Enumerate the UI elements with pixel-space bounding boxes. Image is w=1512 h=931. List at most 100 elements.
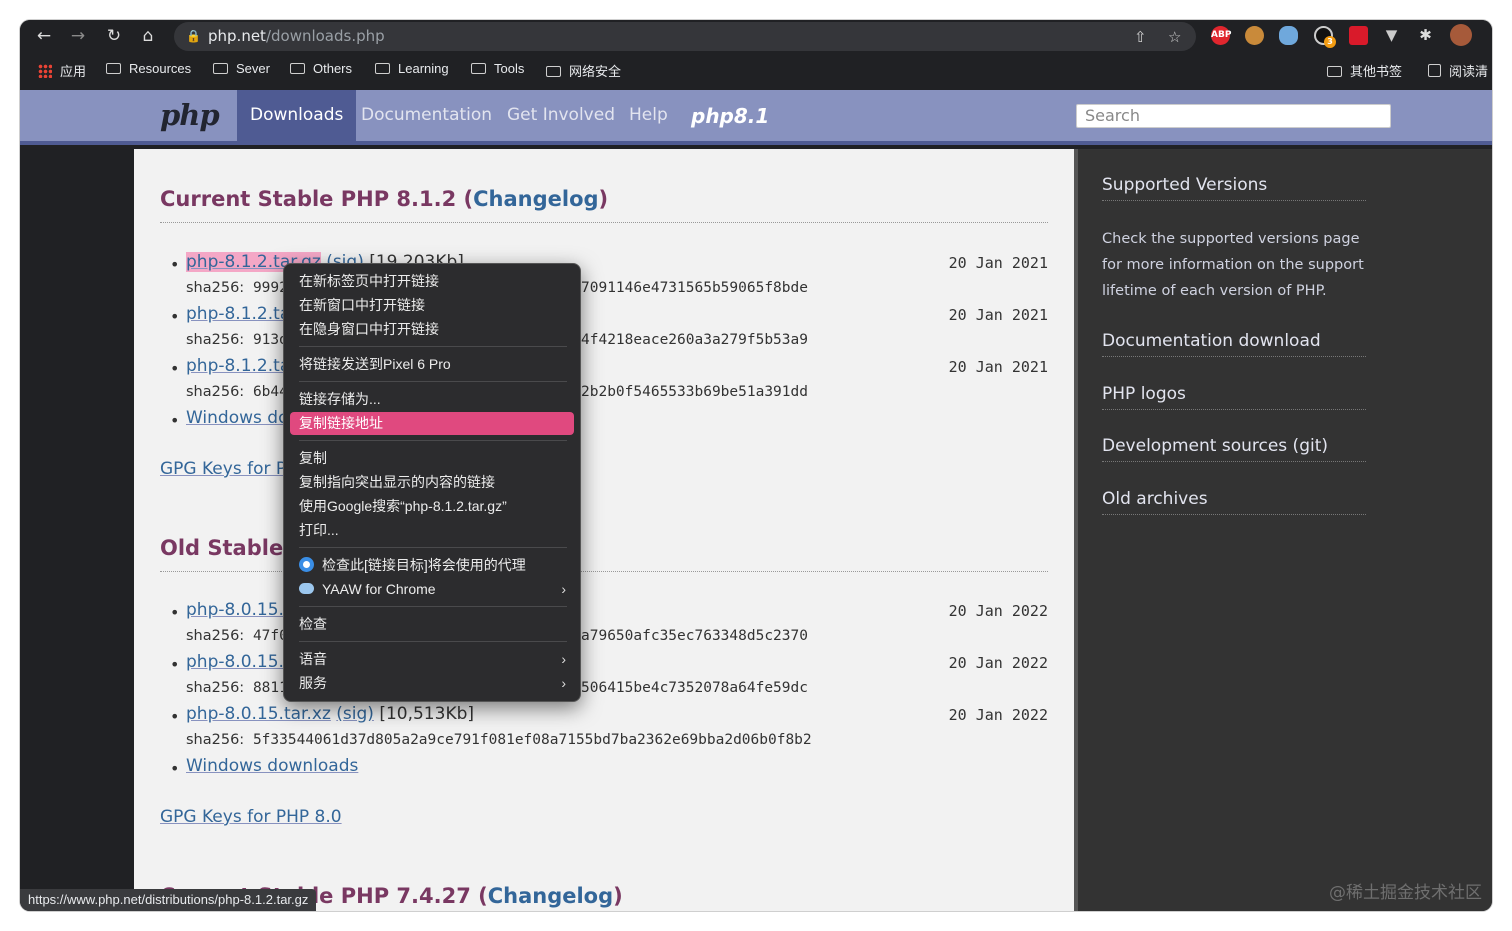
- reload-icon[interactable]: ↻: [102, 24, 126, 48]
- current-stable-heading: Current Stable PHP 8.1.2 (Changelog): [160, 187, 609, 211]
- sha256-hash-tail: 7091146e4731565b59065f8bde: [581, 280, 808, 296]
- menu-open-new-window[interactable]: 在新窗口中打开链接: [290, 294, 574, 317]
- php-logo[interactable]: php: [160, 98, 220, 132]
- proxy-icon: [299, 557, 314, 572]
- sha256-hash: sha256: 47f0b: [186, 628, 297, 644]
- menu-send-to-device[interactable]: 将链接发送到Pixel 6 Pro: [290, 353, 574, 376]
- gpg-keys-link[interactable]: GPG Keys for PH: [160, 459, 299, 479]
- adblock-icon[interactable]: ABP: [1211, 26, 1231, 45]
- folder-icon: [471, 63, 486, 74]
- folder-icon: [213, 63, 228, 74]
- puzzle-icon[interactable]: ✱: [1416, 26, 1435, 45]
- main-content: Current Stable PHP 8.1.2 (Changelog) • p…: [134, 149, 1074, 911]
- avatar[interactable]: [1450, 24, 1472, 46]
- menu-copy[interactable]: 复制: [290, 447, 574, 470]
- release-date: 20 Jan 2022: [948, 706, 1048, 724]
- supported-versions-link[interactable]: Supported Versions: [1102, 175, 1366, 201]
- bookmark-tools[interactable]: Tools: [471, 61, 524, 76]
- reading-list-icon: [1428, 64, 1441, 77]
- bullet: •: [170, 307, 180, 326]
- menu-speech[interactable]: 语音 ›: [290, 648, 574, 671]
- nav-get-involved[interactable]: Get Involved: [494, 90, 628, 141]
- menu-check-proxy[interactable]: 检查此[链接目标]将会使用的代理: [290, 554, 574, 577]
- nav-downloads[interactable]: Downloads: [237, 90, 357, 141]
- old-archives-link[interactable]: Old archives: [1102, 489, 1366, 515]
- vue-icon[interactable]: ▼: [1382, 26, 1401, 45]
- sha256-hash: sha256: 6b448: [186, 384, 297, 400]
- menu-open-new-tab[interactable]: 在新标签页中打开链接: [290, 270, 574, 293]
- menu-copy-link-to-highlight[interactable]: 复制指向突出显示的内容的链接: [290, 471, 574, 494]
- share-icon[interactable]: ⇧: [1134, 28, 1147, 46]
- mask-icon[interactable]: [1349, 26, 1368, 45]
- sha256-hash-tail: 2b2b0f5465533b69be51a391dd: [581, 384, 808, 400]
- bookmarks-bar: 应用 Resources Sever Others Learning Tools…: [20, 54, 1492, 88]
- status-bar-url: https://www.php.net/distributions/php-8.…: [20, 889, 317, 911]
- menu-separator: [299, 606, 567, 607]
- watermark: @稀土掘金技术社区: [1329, 883, 1482, 903]
- bookmark-apps[interactable]: 应用: [38, 61, 86, 80]
- gpg-keys-link[interactable]: GPG Keys for PHP 8.0: [160, 807, 342, 827]
- browser-window: ← → ↻ ⌂ 🔒 php.net/downloads.php ⇧ ☆ ABP …: [20, 20, 1492, 911]
- development-sources-link[interactable]: Development sources (git): [1102, 436, 1366, 462]
- release-date: 20 Jan 2022: [948, 654, 1048, 672]
- sha256-hash-tail: a79650afc35ec763348d5c2370: [581, 628, 808, 644]
- bookmark-other-bookmarks[interactable]: 其他书签: [1327, 61, 1402, 80]
- nav-documentation[interactable]: Documentation: [348, 90, 505, 141]
- divider: [160, 222, 1048, 223]
- bullet: •: [170, 655, 180, 674]
- apps-icon: [38, 64, 52, 78]
- menu-search-google[interactable]: 使用Google搜索“php-8.1.2.tar.gz”: [290, 495, 574, 518]
- download-link[interactable]: php-8.0.15.tar.xz (sig) [10,513Kb]: [186, 704, 474, 724]
- reading-list[interactable]: 阅读清: [1428, 61, 1488, 80]
- folder-icon: [375, 63, 390, 74]
- supported-versions-text: Check the supported versions page for mo…: [1102, 231, 1364, 299]
- menu-separator: [299, 547, 567, 548]
- menu-separator: [299, 440, 567, 441]
- star-icon[interactable]: ☆: [1168, 28, 1181, 46]
- back-icon[interactable]: ←: [32, 24, 56, 48]
- cookie-icon[interactable]: [1245, 26, 1264, 45]
- folder-icon: [1327, 66, 1342, 77]
- menu-open-incognito[interactable]: 在隐身窗口中打开链接: [290, 318, 574, 341]
- menu-separator: [299, 641, 567, 642]
- bookmark-resources[interactable]: Resources: [106, 61, 191, 76]
- sidebar: Supported Versions Check the supported v…: [1078, 149, 1492, 911]
- nav-help[interactable]: Help: [616, 90, 681, 141]
- sha256-hash-tail: 506415be4c7352078a64fe59dc: [581, 680, 808, 696]
- bullet: •: [170, 411, 180, 430]
- menu-inspect[interactable]: 检查: [290, 613, 574, 636]
- address-bar[interactable]: 🔒 php.net/downloads.php ⇧ ☆: [174, 22, 1196, 51]
- release-date: 20 Jan 2021: [948, 254, 1048, 272]
- home-icon[interactable]: ⌂: [136, 24, 160, 48]
- changelog-link[interactable]: Changelog: [488, 884, 613, 908]
- changelog-link[interactable]: Changelog: [473, 187, 598, 211]
- forward-icon[interactable]: →: [66, 24, 90, 48]
- sha256-hash: sha256: 5f33544061d37d805a2a9ce791f081ef…: [186, 732, 812, 748]
- context-menu: 在新标签页中打开链接 在新窗口中打开链接 在隐身窗口中打开链接 将链接发送到Pi…: [283, 263, 581, 702]
- sha256-hash: sha256: 99924: [186, 280, 297, 296]
- menu-yaaw[interactable]: YAAW for Chrome ›: [290, 578, 574, 601]
- url-text: php.net/downloads.php: [208, 27, 385, 45]
- bookmark-others[interactable]: Others: [290, 61, 352, 76]
- menu-copy-link-address[interactable]: 复制链接地址: [290, 412, 574, 435]
- bookmark-sever[interactable]: Sever: [213, 61, 270, 76]
- menu-services[interactable]: 服务 ›: [290, 672, 574, 695]
- documentation-download-link[interactable]: Documentation download: [1102, 331, 1366, 357]
- lock-icon: 🔒: [186, 29, 201, 43]
- folder-icon: [546, 66, 561, 77]
- sha256-hash: sha256: 913dc: [186, 332, 297, 348]
- php81-badge[interactable]: php8.1: [691, 104, 769, 128]
- menu-print[interactable]: 打印...: [290, 519, 574, 542]
- bullet: •: [170, 359, 180, 378]
- bookmark-learning[interactable]: Learning: [375, 61, 449, 76]
- bullet: •: [170, 707, 180, 726]
- php-navbar: php Downloads Documentation Get Involved…: [20, 90, 1492, 145]
- windows-downloads-link[interactable]: Windows downloads: [186, 756, 358, 776]
- release-date: 20 Jan 2022: [948, 602, 1048, 620]
- cloud-icon[interactable]: [1279, 26, 1298, 45]
- menu-save-link-as[interactable]: 链接存储为...: [290, 388, 574, 411]
- search-input[interactable]: Search: [1076, 104, 1391, 128]
- bookmark-netsec[interactable]: 网络安全: [546, 61, 621, 80]
- browser-toolbar: ← → ↻ ⌂ 🔒 php.net/downloads.php ⇧ ☆ ABP …: [20, 20, 1492, 52]
- php-logos-link[interactable]: PHP logos: [1102, 384, 1366, 410]
